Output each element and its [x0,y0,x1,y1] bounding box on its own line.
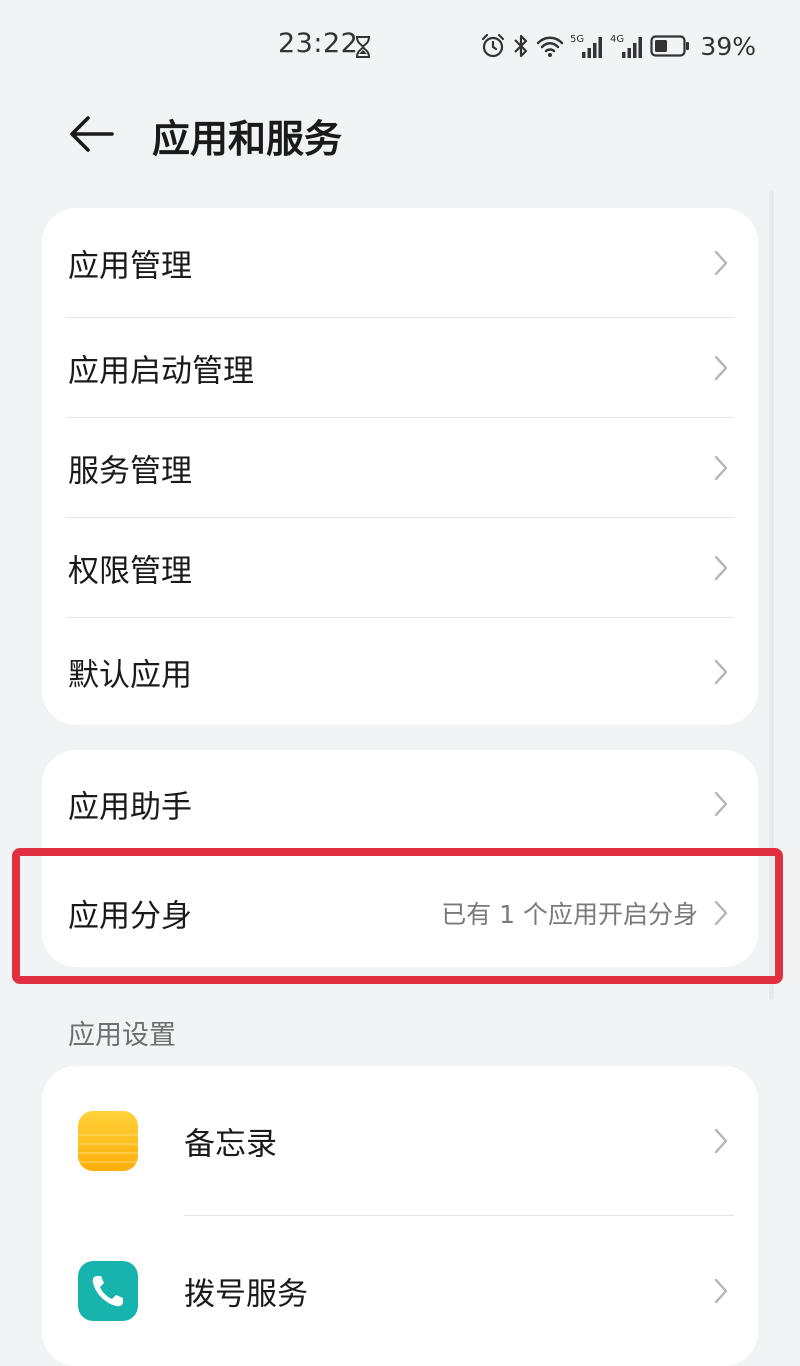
chevron-right-icon [714,1128,728,1154]
signal-2-label: 4G [610,34,624,45]
menu-item-label: 应用启动管理 [68,353,254,390]
menu-item-label: 应用管理 [68,248,192,285]
app-settings-list: 备忘录 拨号服务 [42,1066,758,1366]
menu-item-default-apps[interactable]: 默认应用 [42,618,758,725]
chevron-right-icon [714,900,728,925]
chevron-right-icon [714,1278,728,1304]
status-time: 23:22 [278,28,359,59]
wifi-icon [537,36,564,57]
phone-icon [78,1261,138,1321]
chevron-right-icon [714,555,728,581]
menu-item-label: 权限管理 [68,553,192,590]
menu-item-app-assistant[interactable]: 应用助手 [42,750,758,858]
menu-item-service-management[interactable]: 服务管理 [42,418,758,518]
menu-item-label: 服务管理 [68,453,192,490]
chevron-right-icon [714,791,728,817]
menu-item-label: 应用分身 [68,898,192,934]
app-twin-status: 已有 1 个应用开启分身 [441,899,698,929]
battery-percent: 39% [700,31,756,61]
battery-icon [650,35,690,57]
scrollbar[interactable] [769,190,774,1000]
app-item-label: 备忘录 [184,1126,277,1163]
menu-item-permission-management[interactable]: 权限管理 [42,518,758,618]
chevron-right-icon [714,355,728,381]
status-bar: 23:22 5G 4G 39% [0,0,800,90]
chevron-right-icon [714,250,728,276]
alarm-icon [482,33,505,58]
signal-4g-icon: 4G [610,34,643,58]
hourglass-icon [356,36,370,58]
settings-group-assistant: 应用助手 应用分身 已有 1 个应用开启分身 [42,750,758,967]
app-item-notepad[interactable]: 备忘录 [42,1066,758,1216]
app-item-dialer[interactable]: 拨号服务 [42,1216,758,1366]
section-header-app-settings: 应用设置 [68,1020,176,1051]
menu-item-label: 应用助手 [68,789,192,826]
menu-item-label: 默认应用 [68,657,192,693]
page-title: 应用和服务 [152,117,343,161]
notepad-icon [78,1111,138,1171]
back-arrow-icon[interactable] [68,114,114,154]
signal-5g-icon: 5G [570,34,603,58]
menu-item-app-management[interactable]: 应用管理 [42,208,758,318]
menu-item-app-twin[interactable]: 应用分身 已有 1 个应用开启分身 [42,858,758,967]
bluetooth-icon [514,34,528,58]
chevron-right-icon [714,455,728,481]
header: 应用和服务 [0,96,800,176]
chevron-right-icon [714,659,728,684]
menu-item-app-launch-management[interactable]: 应用启动管理 [42,318,758,418]
app-item-label: 拨号服务 [184,1276,308,1313]
status-icons: 5G 4G 39% [480,30,756,62]
settings-group-management: 应用管理 应用启动管理 服务管理 权限管理 默认应用 [42,208,758,725]
signal-1-label: 5G [570,34,584,45]
